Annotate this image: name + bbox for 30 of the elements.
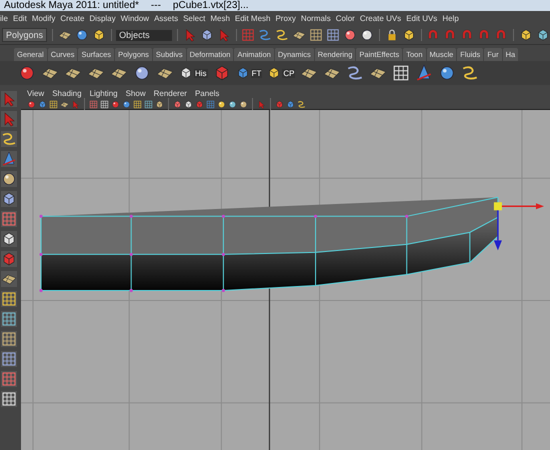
menu-set-dropdown[interactable]: Polygons bbox=[2, 28, 48, 42]
menu-item[interactable]: Modify bbox=[32, 14, 56, 23]
shelf-label[interactable]: FT bbox=[250, 68, 262, 78]
menu-item[interactable]: Proxy bbox=[275, 14, 296, 23]
window-title: Autodesk Maya 2011: untitled* bbox=[4, 0, 139, 11]
menu-item[interactable]: Create UVs bbox=[360, 14, 402, 23]
selection-name: pCube1.vtx[23]... bbox=[172, 0, 249, 11]
shelf-label[interactable]: His bbox=[194, 68, 208, 78]
menu-item[interactable]: Normals bbox=[300, 14, 331, 23]
menu-item[interactable]: Display bbox=[89, 14, 116, 23]
panel-menu-item[interactable]: Renderer bbox=[154, 89, 187, 99]
title-separator: --- bbox=[150, 0, 161, 11]
menu-item[interactable]: Edit bbox=[13, 14, 27, 23]
panel-menu-item[interactable]: Show bbox=[126, 89, 146, 99]
menu-item[interactable]: Select bbox=[183, 14, 206, 23]
panel-menu-item[interactable]: Shading bbox=[52, 89, 82, 99]
panel-menu-item[interactable]: Lighting bbox=[90, 89, 118, 99]
panel-menu-item[interactable]: Panels bbox=[194, 89, 220, 99]
menu-item[interactable]: Window bbox=[120, 14, 150, 23]
menu-item[interactable]: Create bbox=[60, 14, 84, 23]
shelf-label[interactable]: CP bbox=[282, 68, 296, 78]
menu-item[interactable]: Edit UVs bbox=[406, 14, 438, 23]
menu-item[interactable]: Edit Mesh bbox=[234, 14, 270, 23]
menu-item[interactable]: Help bbox=[442, 14, 459, 23]
selection-field[interactable]: Objects bbox=[116, 30, 172, 40]
panel-menu-item[interactable]: View bbox=[27, 89, 44, 99]
menu-item[interactable]: ile bbox=[0, 14, 8, 23]
menu-item[interactable]: Mesh bbox=[210, 14, 230, 23]
menu-item[interactable]: Assets bbox=[154, 14, 178, 23]
menu-item[interactable]: Color bbox=[336, 14, 355, 23]
